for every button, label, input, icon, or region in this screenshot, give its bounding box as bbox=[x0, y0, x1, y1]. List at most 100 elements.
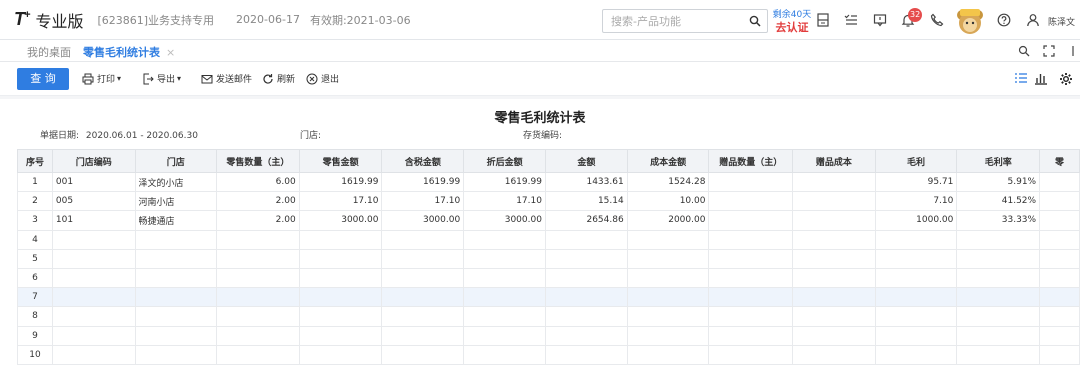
table-cell[interactable] bbox=[463, 229, 546, 250]
table-cell[interactable] bbox=[216, 287, 300, 308]
tab-desktop[interactable]: 我的桌面 bbox=[27, 44, 71, 60]
table-cell[interactable] bbox=[956, 306, 1041, 327]
column-header[interactable]: 零售金额 bbox=[298, 149, 383, 173]
tab-retail-gross-profit[interactable]: 零售毛利统计表 × bbox=[83, 44, 176, 65]
table-cell[interactable] bbox=[216, 306, 300, 327]
table-cell[interactable]: 17.10 bbox=[463, 191, 546, 212]
app-logo[interactable]: T+ bbox=[14, 9, 31, 30]
table-cell[interactable] bbox=[874, 229, 958, 250]
table-cell[interactable] bbox=[1039, 287, 1080, 308]
table-cell[interactable] bbox=[51, 287, 136, 308]
table-cell[interactable]: 1619.99 bbox=[463, 171, 546, 193]
fullscreen-icon[interactable] bbox=[1041, 43, 1057, 59]
table-cell[interactable] bbox=[381, 267, 465, 289]
table-cell[interactable]: 1619.99 bbox=[381, 171, 465, 193]
table-cell[interactable] bbox=[1039, 171, 1080, 193]
table-cell[interactable] bbox=[708, 325, 794, 346]
table-cell[interactable] bbox=[463, 306, 546, 327]
table-cell[interactable]: 41.52% bbox=[956, 191, 1041, 212]
column-header[interactable]: 毛利 bbox=[874, 149, 958, 173]
table-cell[interactable] bbox=[51, 229, 136, 250]
table-cell[interactable] bbox=[626, 229, 710, 250]
table-cell[interactable] bbox=[1039, 267, 1080, 289]
table-cell[interactable] bbox=[792, 287, 876, 308]
user-name[interactable]: 陈泽文 bbox=[1048, 15, 1075, 28]
calculator-icon[interactable] bbox=[815, 12, 831, 28]
table-cell[interactable]: 5 bbox=[17, 248, 53, 269]
table-cell[interactable]: 2.00 bbox=[216, 210, 300, 231]
column-header[interactable]: 序号 bbox=[17, 149, 53, 173]
table-cell[interactable] bbox=[708, 229, 794, 250]
table-cell[interactable] bbox=[134, 287, 218, 308]
table-cell[interactable] bbox=[1039, 248, 1080, 269]
table-cell[interactable] bbox=[544, 267, 628, 289]
table-row[interactable]: 9 bbox=[17, 325, 1080, 346]
table-cell[interactable] bbox=[1039, 325, 1080, 346]
list-view-icon[interactable] bbox=[1013, 70, 1029, 86]
table-cell[interactable]: 15.14 bbox=[544, 191, 628, 212]
table-row[interactable]: 8 bbox=[17, 306, 1080, 327]
table-cell[interactable] bbox=[708, 210, 794, 231]
table-cell[interactable] bbox=[956, 229, 1041, 250]
table-cell[interactable] bbox=[708, 306, 794, 327]
gear-icon[interactable] bbox=[1058, 71, 1074, 87]
table-cell[interactable]: 4 bbox=[17, 229, 53, 250]
table-cell[interactable]: 7 bbox=[17, 287, 53, 308]
table-cell[interactable]: 3000.00 bbox=[463, 210, 546, 231]
table-cell[interactable] bbox=[134, 306, 218, 327]
table-cell[interactable]: 2 bbox=[17, 191, 53, 212]
table-cell[interactable] bbox=[792, 325, 876, 346]
table-cell[interactable] bbox=[792, 210, 876, 231]
table-cell[interactable] bbox=[381, 287, 465, 308]
column-header[interactable]: 零 bbox=[1039, 149, 1080, 173]
table-row[interactable]: 6 bbox=[17, 267, 1080, 289]
table-cell[interactable] bbox=[544, 248, 628, 269]
table-cell[interactable]: 17.10 bbox=[381, 191, 465, 212]
table-cell[interactable]: 1619.99 bbox=[298, 171, 383, 193]
table-cell[interactable] bbox=[298, 267, 383, 289]
table-cell[interactable]: 10.00 bbox=[626, 191, 710, 212]
table-cell[interactable] bbox=[216, 229, 300, 250]
table-cell[interactable]: 3 bbox=[17, 210, 53, 231]
table-cell[interactable] bbox=[708, 287, 794, 308]
table-cell[interactable]: 1433.61 bbox=[544, 171, 628, 193]
task-list-icon[interactable] bbox=[843, 12, 859, 28]
query-button[interactable]: 查 询 bbox=[17, 68, 69, 90]
table-cell[interactable] bbox=[626, 267, 710, 289]
table-cell[interactable] bbox=[216, 325, 300, 346]
table-cell[interactable] bbox=[874, 325, 958, 346]
table-cell[interactable] bbox=[381, 306, 465, 327]
more-icon[interactable] bbox=[1065, 43, 1080, 59]
table-cell[interactable] bbox=[874, 287, 958, 308]
table-cell[interactable] bbox=[956, 267, 1041, 289]
table-cell[interactable] bbox=[544, 325, 628, 346]
table-cell[interactable]: 9 bbox=[17, 325, 53, 346]
column-header[interactable]: 门店 bbox=[134, 149, 218, 173]
table-cell[interactable] bbox=[463, 248, 546, 269]
column-header[interactable]: 折后金额 bbox=[463, 149, 546, 173]
search-icon[interactable] bbox=[1016, 43, 1032, 59]
chart-view-icon[interactable] bbox=[1033, 70, 1049, 86]
table-cell[interactable] bbox=[216, 267, 300, 289]
table-cell[interactable] bbox=[708, 171, 794, 193]
table-cell[interactable]: 2.00 bbox=[216, 191, 300, 212]
table-cell[interactable] bbox=[792, 171, 876, 193]
table-row[interactable]: 2 005 河南小店 2.00 17.10 17.10 17.10 15.14 10.00 7.1… bbox=[17, 191, 1080, 212]
table-cell[interactable] bbox=[134, 267, 218, 289]
table-cell[interactable]: 泽文的小店 bbox=[134, 171, 218, 193]
table-cell[interactable]: 7.10 bbox=[874, 191, 958, 212]
table-cell[interactable] bbox=[216, 248, 300, 269]
certify-link[interactable]: 去认证 bbox=[772, 22, 812, 34]
close-tab-icon[interactable]: × bbox=[166, 46, 175, 59]
table-cell[interactable] bbox=[792, 267, 876, 289]
table-cell[interactable]: 1 bbox=[17, 171, 53, 193]
column-header[interactable]: 毛利率 bbox=[956, 149, 1041, 173]
table-row[interactable]: 3 101 畅捷通店 2.00 3000.00 3000.00 3000.00 2654.86… bbox=[17, 210, 1080, 231]
table-cell[interactable] bbox=[51, 306, 136, 327]
table-cell[interactable] bbox=[381, 325, 465, 346]
table-cell[interactable] bbox=[626, 325, 710, 346]
column-header[interactable]: 成本金额 bbox=[626, 149, 710, 173]
table-cell[interactable]: 1000.00 bbox=[874, 210, 958, 231]
send-email-button[interactable]: 发送邮件 bbox=[201, 72, 252, 85]
table-cell[interactable]: 001 bbox=[51, 171, 136, 193]
